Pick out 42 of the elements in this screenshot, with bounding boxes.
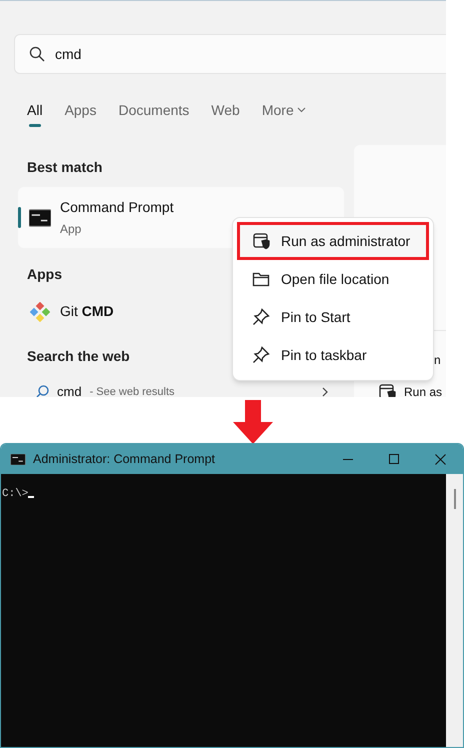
search-icon	[36, 385, 49, 397]
pin-icon	[252, 346, 270, 364]
app-result[interactable]: Git CMD	[60, 301, 114, 322]
search-field[interactable]: cmd	[14, 34, 446, 74]
chevron-right-icon	[322, 386, 328, 397]
filter-tab[interactable]: Apps	[64, 100, 96, 120]
chevron-down-icon	[296, 107, 306, 113]
shield-window-icon	[252, 232, 270, 250]
pin-icon	[252, 308, 270, 326]
search-icon	[29, 46, 45, 62]
diamond-logo-icon	[30, 302, 50, 322]
filter-tab[interactable]: All	[27, 100, 43, 120]
web-hint: - See web results	[90, 384, 175, 397]
down-arrow-icon	[233, 400, 273, 444]
app-type: App	[60, 221, 82, 238]
menu-item[interactable]: Open file location	[237, 260, 429, 298]
menu-item[interactable]: Pin to Start	[237, 298, 429, 336]
web-query[interactable]: cmd	[57, 382, 82, 397]
menu-item[interactable]: Pin to taskbar	[237, 336, 429, 374]
search-text: cmd	[55, 44, 82, 64]
terminal-icon	[29, 208, 51, 226]
section-heading: Search the web	[27, 347, 130, 366]
window-title: Administrator: Command Prompt	[33, 450, 216, 468]
close-icon	[434, 454, 446, 464]
folder-icon	[252, 271, 270, 287]
maximize-icon	[389, 454, 399, 464]
filter-tab[interactable]: Documents	[118, 100, 190, 120]
app-name: Command Prompt	[60, 198, 174, 217]
text-cursor	[28, 496, 34, 498]
preview-text: n	[434, 352, 441, 369]
preview-action[interactable]: Run as	[404, 383, 442, 397]
section-heading: Apps	[27, 265, 62, 284]
terminal-icon	[10, 454, 26, 464]
shield-window-icon	[378, 383, 396, 397]
filter-tab[interactable]: More	[262, 100, 306, 120]
menu-item[interactable]: Run as administrator	[237, 222, 429, 260]
section-heading: Best match	[27, 158, 102, 177]
command-prompt: C:\>	[2, 487, 28, 502]
selection-bar	[18, 207, 21, 228]
minimize-icon	[343, 458, 353, 460]
filter-tab[interactable]: Web	[211, 100, 240, 120]
tab-indicator	[28, 124, 41, 127]
